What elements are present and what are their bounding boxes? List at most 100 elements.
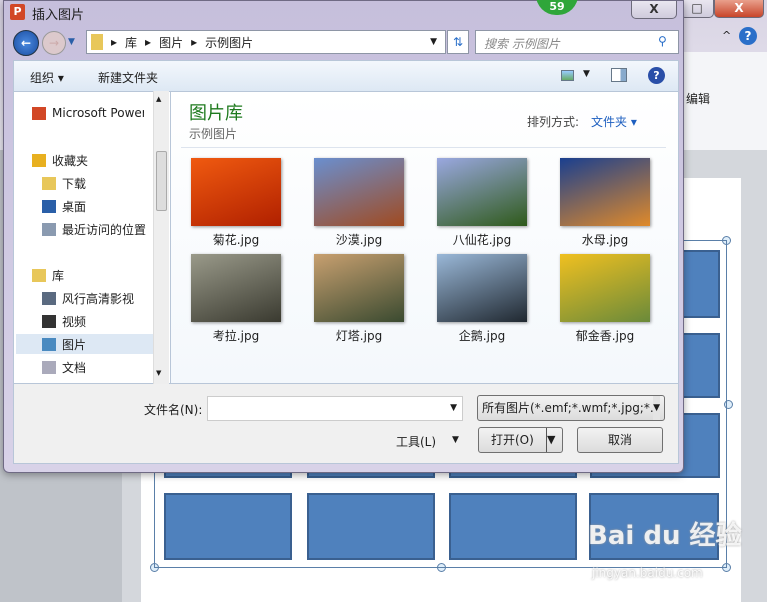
image-thumbnail	[314, 254, 404, 322]
divider	[181, 147, 666, 148]
ribbon-edit-label[interactable]: 编辑	[686, 90, 710, 107]
dialog-close-button[interactable]: X	[631, 1, 677, 19]
preview-pane-icon[interactable]	[611, 68, 627, 82]
breadcrumb-pictures[interactable]: 图片	[159, 34, 183, 51]
file-name: 八仙花.jpg	[452, 233, 512, 247]
image-thumbnail	[560, 254, 650, 322]
download-folder-icon	[42, 177, 56, 190]
organize-button[interactable]: 组织 ▾	[30, 69, 64, 86]
dialog-title: 插入图片	[32, 8, 85, 23]
nav-scrollbar[interactable]: ▲ ▼	[153, 91, 169, 384]
address-bar[interactable]: ▸ 库 ▸ 图片 ▸ 示例图片 ▼	[86, 30, 446, 54]
library-icon	[32, 269, 46, 282]
nav-item[interactable]: 收藏夹	[32, 152, 88, 169]
ribbon-right: 编辑	[683, 52, 767, 150]
nav-item-label: 文档	[62, 361, 87, 375]
file-name: 郁金香.jpg	[575, 329, 635, 343]
back-button[interactable]: ←	[13, 30, 39, 56]
image-thumbnail	[560, 158, 650, 226]
file-item[interactable]: 八仙花.jpg	[436, 158, 528, 248]
recent-icon	[42, 223, 56, 236]
video-library-icon	[42, 292, 56, 305]
nav-item-label: 图片	[62, 337, 87, 352]
nav-item[interactable]: 文档	[42, 359, 86, 376]
filename-input[interactable]: ▼	[207, 396, 463, 421]
desktop-icon	[42, 200, 56, 213]
nav-item-label: 收藏夹	[52, 154, 89, 168]
file-item[interactable]: 沙漠.jpg	[313, 158, 405, 248]
nav-item[interactable]: 风行高清影视	[42, 290, 134, 307]
file-item[interactable]: 菊花.jpg	[190, 158, 282, 248]
scrollbar-thumb[interactable]	[156, 151, 167, 211]
file-name: 企鹅.jpg	[458, 329, 506, 343]
nav-item-label: 下载	[62, 177, 87, 191]
nav-item[interactable]: 桌面	[42, 198, 86, 215]
nav-item[interactable]: 库	[32, 267, 64, 284]
nav-item-label: 库	[52, 269, 65, 283]
nav-item[interactable]: Microsoft PowerPoint	[32, 106, 144, 120]
search-input[interactable]: 搜索 示例图片	[475, 30, 679, 54]
file-name: 考拉.jpg	[212, 329, 260, 343]
nav-item[interactable]: 视频	[42, 313, 86, 330]
library-title: 图片库	[189, 103, 243, 124]
nav-item[interactable]: 下载	[42, 175, 86, 192]
sort-dropdown[interactable]: 文件夹 ▾	[591, 113, 637, 130]
nav-item-label: Microsoft PowerPoint	[52, 106, 144, 120]
image-thumbnail	[191, 254, 281, 322]
badge: 59	[536, 0, 578, 15]
library-subtitle: 示例图片	[189, 127, 238, 141]
tools-button[interactable]: 工具(L)	[396, 433, 436, 450]
nav-item-label: 最近访问的位置	[62, 223, 147, 237]
file-name: 菊花.jpg	[212, 233, 260, 247]
sort-label: 排列方式:	[527, 115, 580, 129]
search-icon[interactable]: ⚲	[658, 34, 667, 48]
toolbar: 组织 ▾ 新建文件夹 ▼ ?	[13, 60, 679, 91]
filename-dropdown-icon[interactable]: ▼	[450, 403, 457, 413]
breadcrumb-library[interactable]: 库	[125, 34, 137, 51]
nav-item[interactable]: 最近访问的位置	[42, 221, 146, 238]
star-icon	[32, 154, 46, 167]
nav-item[interactable]: 图片	[16, 334, 153, 354]
file-item[interactable]: 企鹅.jpg	[436, 254, 528, 344]
folder-icon	[91, 34, 103, 50]
file-item[interactable]: 灯塔.jpg	[313, 254, 405, 344]
documents-icon	[42, 361, 56, 374]
forward-button[interactable]: →	[42, 31, 66, 55]
pictures-icon	[42, 337, 56, 351]
filename-label: 文件名(N):	[144, 403, 203, 417]
refresh-icon[interactable]: ⇅	[447, 30, 469, 54]
history-dropdown[interactable]: ▼	[68, 37, 75, 47]
cancel-button[interactable]: 取消	[577, 427, 663, 453]
help-icon[interactable]: ?	[648, 67, 665, 84]
video-icon	[42, 315, 56, 328]
view-icon[interactable]	[561, 70, 574, 81]
image-thumbnail	[191, 158, 281, 226]
file-name: 沙漠.jpg	[335, 233, 383, 247]
nav-item-label: 桌面	[62, 200, 87, 214]
file-name: 水母.jpg	[581, 233, 629, 247]
tools-dropdown-icon[interactable]: ▼	[452, 435, 459, 445]
address-dropdown-icon[interactable]: ▼	[430, 37, 437, 47]
breadcrumb-samples[interactable]: 示例图片	[205, 34, 253, 51]
baidu-watermark-url: jingyan.baidu.com	[592, 566, 703, 580]
app-close-button[interactable]: X	[714, 0, 764, 18]
open-button[interactable]: 打开(O) ▼	[478, 427, 563, 453]
file-item[interactable]: 水母.jpg	[559, 158, 651, 248]
collapse-ribbon-icon[interactable]: ^	[722, 29, 731, 42]
insert-picture-dialog: P 插入图片 59 X ← → ▼ ▸ 库 ▸ 图片 ▸ 示例图片 ▼ ⇅ 搜索 示例…	[3, 0, 684, 473]
image-thumbnail	[437, 158, 527, 226]
baidu-watermark: Bai du 经验	[588, 521, 742, 551]
view-dropdown-icon[interactable]: ▼	[583, 69, 590, 79]
file-item[interactable]: 考拉.jpg	[190, 254, 282, 344]
open-dropdown-icon[interactable]: ▼	[546, 428, 562, 452]
file-item[interactable]: 郁金香.jpg	[559, 254, 651, 344]
file-type-select[interactable]: 所有图片(*.emf;*.wmf;*.jpg;*.j ▼	[477, 395, 665, 421]
nav-item-label: 视频	[62, 315, 87, 329]
restore-button[interactable]: □	[680, 0, 714, 18]
image-thumbnail	[437, 254, 527, 322]
help-icon[interactable]: ?	[739, 27, 757, 45]
new-folder-button[interactable]: 新建文件夹	[98, 69, 158, 86]
dialog-footer: 文件名(N): ▼ 所有图片(*.emf;*.wmf;*.jpg;*.j ▼ 工…	[13, 384, 679, 464]
nav-item-label: 风行高清影视	[62, 292, 135, 306]
ppt-icon	[32, 106, 46, 120]
